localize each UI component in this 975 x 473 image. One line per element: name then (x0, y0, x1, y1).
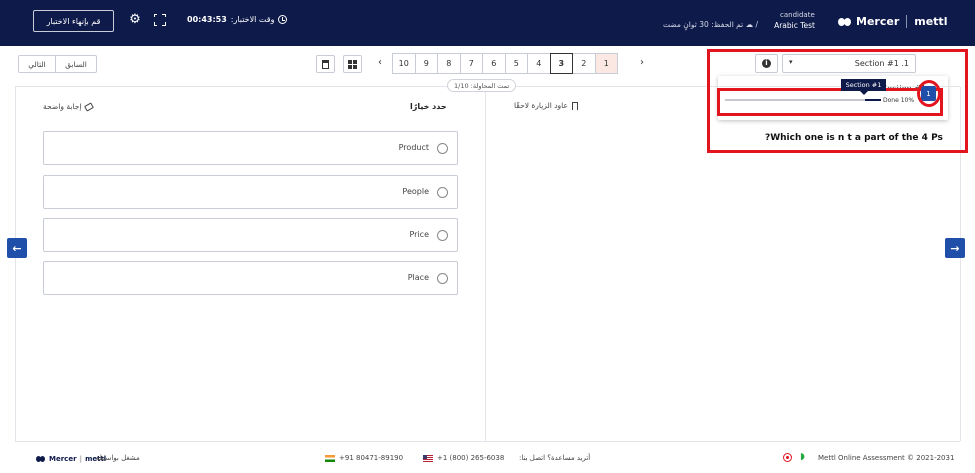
logo-product: mettl (914, 15, 948, 28)
powered-by-text: مشغل بواسطة (96, 454, 140, 462)
answer-option[interactable]: Product (43, 131, 458, 165)
option-radio[interactable] (437, 187, 448, 198)
answer-option[interactable]: Price (43, 218, 458, 252)
option-label: Place (407, 273, 429, 282)
cloud-icon: ☁ (745, 20, 754, 29)
option-label: Price (409, 230, 429, 239)
annotation-highlight-circle (917, 80, 941, 107)
footer-divider (15, 441, 960, 442)
wifi-icon: ◗ (800, 452, 805, 462)
saved-text: تم الحفظ: 30 ثوانٍ مضت (663, 20, 744, 29)
option-radio[interactable] (437, 273, 448, 284)
question-grid-button[interactable] (343, 55, 362, 73)
clear-answer-label: إجابة واضحة (43, 102, 82, 111)
help-contact-text: أتريد مساعدة؟ اتصل بنا: (519, 454, 591, 462)
page-button[interactable]: 5 (504, 53, 528, 74)
mercer-logo-icon (838, 17, 852, 26)
autosave-status: / ☁ تم الحفظ: 30 ثوانٍ مضت (663, 20, 758, 29)
mercer-mettl-logo: Mercer mettl (838, 15, 947, 28)
next-arrow-icon[interactable]: → (945, 238, 965, 258)
option-radio[interactable] (437, 143, 448, 154)
calculator-button[interactable] (316, 55, 335, 73)
clear-answer-button[interactable]: إجابة واضحة (43, 101, 95, 112)
content-center-divider (485, 87, 486, 441)
previous-button[interactable]: السابق (55, 55, 97, 73)
test-name-sep: / (755, 20, 759, 29)
page-button[interactable]: 9 (414, 53, 438, 74)
page-button-current[interactable]: 3 (549, 53, 573, 74)
footer-logo-brand: Mercer (49, 455, 77, 463)
previous-arrow-icon[interactable]: ← (7, 238, 27, 258)
calculator-icon (322, 59, 329, 69)
option-label: People (402, 187, 429, 196)
section-tooltip: Section #1 (841, 79, 886, 95)
option-label: Product (398, 143, 429, 152)
review-later-label: عاود الزيارة لاحقًا (514, 101, 568, 110)
us-phone[interactable]: +1 (800) 265-6038 (423, 454, 504, 462)
clock-icon (278, 15, 288, 24)
annotation-highlight-progress (717, 88, 943, 116)
page-button[interactable]: 10 (392, 53, 416, 74)
next-button[interactable]: التالي (18, 55, 56, 73)
page-button[interactable]: 7 (459, 53, 483, 74)
pager-left-chevron-icon[interactable]: ‹ (378, 57, 382, 68)
settings-gear-icon[interactable]: ⚙ (128, 13, 142, 27)
footer-logo-divider: | (79, 455, 83, 463)
copyright-text: Mettl Online Assessment © 2021-2031 (818, 454, 955, 462)
timer-value: 00:43:53 (187, 15, 227, 24)
page-button[interactable]: 2 (572, 53, 596, 74)
candidate-name: candidate (780, 11, 815, 19)
answer-option[interactable]: Place (43, 261, 458, 295)
test-name: Arabic Test (774, 21, 815, 30)
india-phone[interactable]: +91 80471-89190 (325, 454, 403, 462)
fullscreen-icon[interactable] (153, 13, 166, 26)
choose-option-label: حدد خيارًا (410, 102, 447, 111)
page-button-answered[interactable]: 1 (594, 53, 618, 74)
page-button[interactable]: 4 (527, 53, 551, 74)
review-later-toggle[interactable]: عاود الزيارة لاحقًا (514, 101, 578, 110)
mercer-logo-icon (36, 456, 46, 462)
recording-icon (783, 453, 792, 462)
india-phone-number: +91 80471-89190 (339, 454, 404, 462)
logo-brand: Mercer (856, 15, 900, 28)
content-left-border (15, 87, 16, 441)
timer-label: وقت الاختبار: (230, 15, 275, 24)
grid-icon (348, 59, 357, 69)
question-pager: 10 9 8 7 6 5 4 3 2 1 (392, 53, 618, 74)
bookmark-icon (571, 101, 578, 110)
logo-divider (906, 15, 908, 28)
answer-option[interactable]: People (43, 175, 458, 209)
top-header: قم بإنهاء الاختبار ⚙ وقت الاختبار: 00:43… (0, 0, 975, 46)
us-phone-number: +1 (800) 265-6038 (437, 454, 505, 462)
option-radio[interactable] (437, 230, 448, 241)
us-flag-icon (423, 454, 433, 462)
attempt-counter: تمت المحاولة: 1/10 (447, 79, 517, 92)
test-timer: وقت الاختبار: 00:43:53 (187, 15, 288, 24)
eraser-icon (84, 101, 95, 112)
page-button[interactable]: 8 (437, 53, 461, 74)
finish-test-button[interactable]: قم بإنهاء الاختبار (33, 10, 114, 32)
pager-right-chevron-icon[interactable]: › (640, 57, 644, 68)
page-button[interactable]: 6 (482, 53, 506, 74)
india-flag-icon (325, 454, 335, 462)
